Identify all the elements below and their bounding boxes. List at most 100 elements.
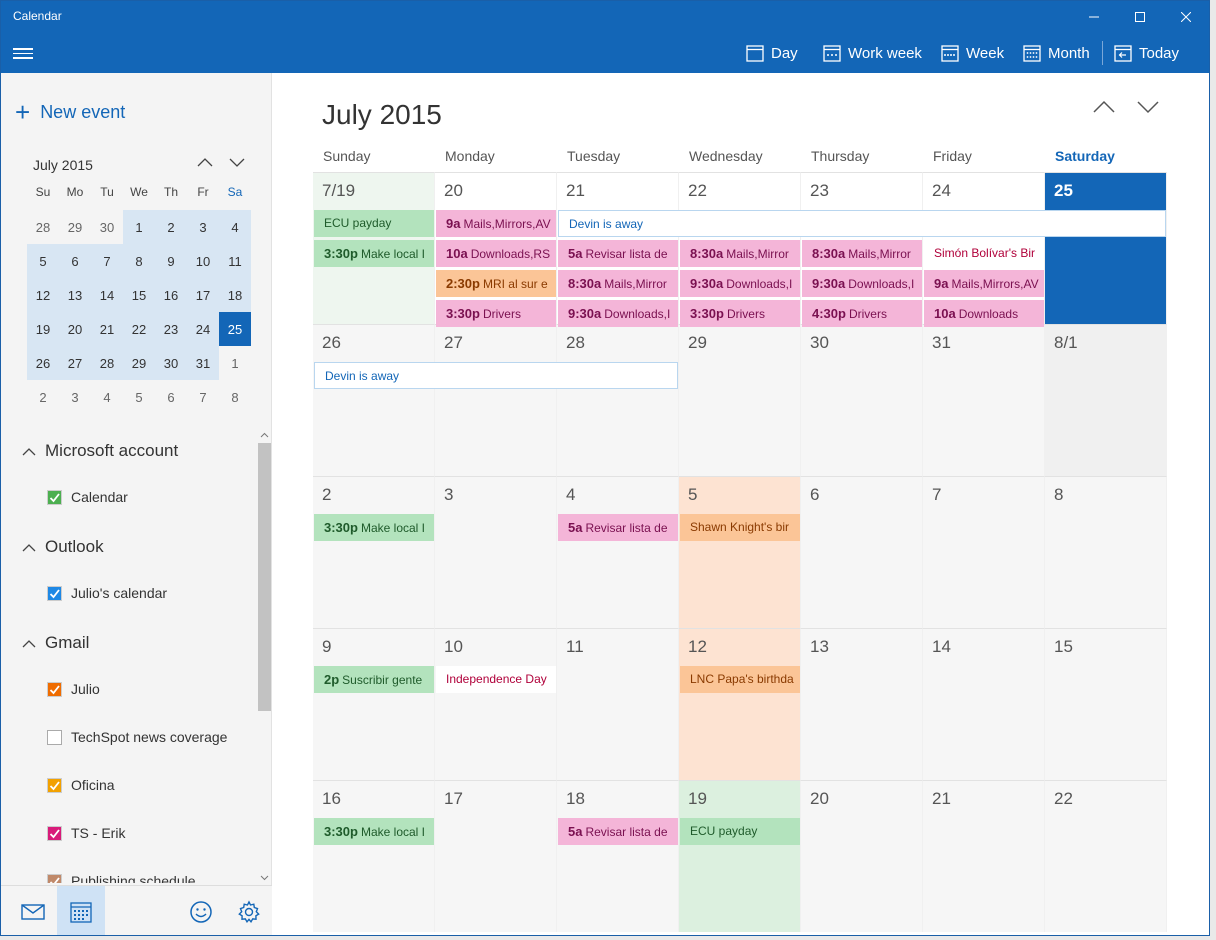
mini-day[interactable]: 3 (59, 380, 91, 414)
calendar-event[interactable]: 10a Downloads (924, 300, 1044, 327)
mini-day[interactable]: 8 (123, 244, 155, 278)
calendar-event[interactable]: 9:30a Downloads,I (802, 270, 922, 297)
mini-day[interactable]: 30 (91, 210, 123, 244)
calendar-toggle[interactable]: Publishing schedule (47, 873, 196, 883)
mini-day[interactable]: 1 (123, 210, 155, 244)
day-cell[interactable]: 5 (679, 476, 801, 628)
calendar-event[interactable]: 8:30a Mails,Mirror (802, 240, 922, 267)
mini-day[interactable]: 25 (219, 312, 251, 346)
mini-day[interactable]: 23 (155, 312, 187, 346)
day-cell[interactable]: 29 (679, 324, 801, 476)
checkbox[interactable] (47, 873, 62, 883)
day-cell[interactable]: 3 (435, 476, 557, 628)
mini-day[interactable]: 31 (187, 346, 219, 380)
calendar-event[interactable]: 2:30p MRI al sur e (436, 270, 556, 297)
view-day-button[interactable]: Day (746, 33, 798, 73)
settings-button[interactable] (225, 886, 273, 935)
calendar-event[interactable]: 3:30p Drivers (436, 300, 556, 327)
mini-day[interactable]: 3 (187, 210, 219, 244)
mini-day[interactable]: 29 (59, 210, 91, 244)
mini-day[interactable]: 29 (123, 346, 155, 380)
mini-day[interactable]: 2 (155, 210, 187, 244)
maximize-button[interactable] (1117, 1, 1163, 33)
mini-prev-month-button[interactable] (192, 151, 218, 173)
checkbox[interactable] (47, 585, 62, 601)
day-cell[interactable]: 13 (801, 628, 923, 780)
calendar-event[interactable]: 3:30p Make local I (314, 818, 434, 845)
mini-day[interactable]: 28 (91, 346, 123, 380)
day-cell[interactable]: 19 (679, 780, 801, 932)
mini-day[interactable]: 1 (219, 346, 251, 380)
day-cell[interactable]: 18 (557, 780, 679, 932)
mini-day[interactable]: 13 (59, 278, 91, 312)
calendar-event[interactable]: 9a Mails,Mirrors,AV (924, 270, 1044, 297)
mini-day[interactable]: 6 (59, 244, 91, 278)
calendar-event[interactable]: 8:30a Mails,Mirror (680, 240, 800, 267)
close-button[interactable] (1163, 1, 1209, 33)
account-header[interactable]: Outlook (21, 537, 104, 557)
mini-day[interactable]: 26 (27, 346, 59, 380)
calendar-event[interactable]: 10a Downloads,RS (436, 240, 556, 267)
day-cell[interactable]: 10 (435, 628, 557, 780)
mini-day[interactable]: 6 (155, 380, 187, 414)
day-cell[interactable]: 7 (923, 476, 1045, 628)
checkbox[interactable] (47, 825, 62, 841)
mini-day[interactable]: 12 (27, 278, 59, 312)
previous-month-button[interactable] (1089, 95, 1119, 119)
mini-day[interactable]: 15 (123, 278, 155, 312)
calendar-toggle[interactable]: TS - Erik (47, 825, 125, 841)
day-cell[interactable]: 16 (313, 780, 435, 932)
next-month-button[interactable] (1133, 95, 1163, 119)
mini-day[interactable]: 24 (187, 312, 219, 346)
mini-day[interactable]: 19 (27, 312, 59, 346)
mini-day[interactable]: 18 (219, 278, 251, 312)
day-cell[interactable]: 11 (557, 628, 679, 780)
day-cell[interactable]: 14 (923, 628, 1045, 780)
day-cell[interactable]: 31 (923, 324, 1045, 476)
day-cell[interactable]: 30 (801, 324, 923, 476)
mini-day[interactable]: 5 (27, 244, 59, 278)
day-cell[interactable]: 27 (435, 324, 557, 476)
mail-switch-button[interactable] (9, 886, 57, 935)
mini-next-month-button[interactable] (224, 151, 250, 173)
mini-day[interactable]: 16 (155, 278, 187, 312)
day-cell[interactable]: 15 (1045, 628, 1167, 780)
checkbox[interactable] (47, 489, 62, 505)
hamburger-menu-icon[interactable] (13, 45, 33, 61)
calendar-toggle[interactable]: TechSpot news coverage (47, 729, 227, 745)
mini-day[interactable]: 28 (27, 210, 59, 244)
calendar-event[interactable]: Independence Day (436, 666, 556, 693)
day-cell[interactable]: 9 (313, 628, 435, 780)
mini-day[interactable]: 7 (91, 244, 123, 278)
calendar-toggle[interactable]: Calendar (47, 489, 128, 505)
calendar-event[interactable]: Shawn Knight's bir (680, 514, 800, 541)
feedback-button[interactable] (177, 886, 225, 935)
day-cell[interactable]: 28 (557, 324, 679, 476)
day-cell[interactable]: 2 (313, 476, 435, 628)
day-cell[interactable]: 4 (557, 476, 679, 628)
mini-day[interactable]: 4 (219, 210, 251, 244)
day-cell[interactable]: 12 (679, 628, 801, 780)
calendar-event[interactable]: 5a Revisar lista de (558, 818, 678, 845)
calendar-event[interactable]: Devin is away (558, 210, 1166, 237)
day-cell[interactable]: 22 (1045, 780, 1167, 932)
day-cell[interactable]: 6 (801, 476, 923, 628)
calendar-event[interactable]: 3:30p Drivers (680, 300, 800, 327)
account-header[interactable]: Microsoft account (21, 441, 178, 461)
calendar-event[interactable]: 2p Suscribir gente (314, 666, 434, 693)
mini-day[interactable]: 4 (91, 380, 123, 414)
day-cell[interactable]: 26 (313, 324, 435, 476)
calendar-event[interactable]: 3:30p Make local I (314, 240, 434, 267)
mini-day[interactable]: 21 (91, 312, 123, 346)
mini-day[interactable]: 14 (91, 278, 123, 312)
calendar-event[interactable]: 3:30p Make local I (314, 514, 434, 541)
day-cell[interactable]: 17 (435, 780, 557, 932)
calendar-event[interactable]: 5a Revisar lista de (558, 240, 678, 267)
calendar-event[interactable]: 9:30a Downloads,I (558, 300, 678, 327)
day-cell[interactable]: 21 (923, 780, 1045, 932)
view-month-button[interactable]: Month (1023, 33, 1090, 73)
calendar-event[interactable]: ECU payday (314, 210, 434, 237)
calendar-event[interactable]: 4:30p Drivers (802, 300, 922, 327)
calendar-event[interactable]: Simón Bolívar's Bir (924, 240, 1044, 267)
calendar-event[interactable]: 9:30a Downloads,I (680, 270, 800, 297)
